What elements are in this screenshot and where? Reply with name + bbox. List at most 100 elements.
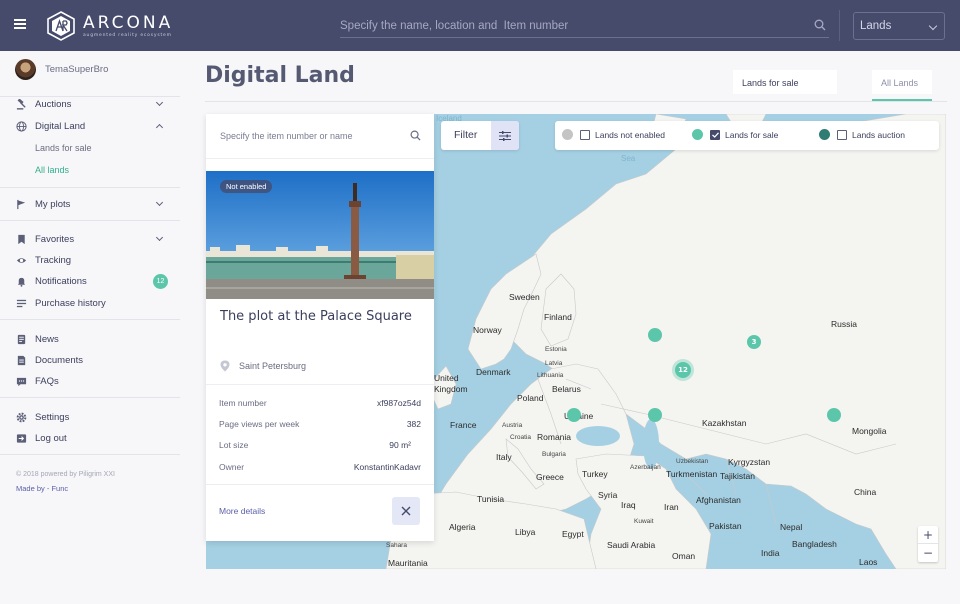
panel-divider [206, 384, 434, 385]
avatar[interactable] [15, 59, 36, 80]
sidebar-item-my-plots[interactable]: My plots [16, 196, 168, 212]
bell-icon [17, 277, 26, 287]
arcona-logo-icon [47, 11, 75, 41]
made-by-prefix: Made by - [16, 484, 50, 493]
search-icon[interactable] [410, 130, 421, 141]
flag-icon [17, 199, 26, 209]
map-label: Sweden [509, 292, 540, 302]
legend-dot-green [692, 129, 703, 140]
map-label: Laos [859, 557, 878, 567]
chevron-up-icon[interactable] [155, 123, 164, 132]
sidebar-label: Settings [35, 411, 70, 423]
bookmark-icon [18, 234, 25, 244]
land-marker[interactable] [827, 408, 841, 422]
detail-label: Page views per week [219, 419, 300, 429]
chevron-down-icon[interactable] [155, 198, 164, 207]
chat-icon [16, 377, 27, 386]
sidebar-label: Digital Land [35, 120, 86, 132]
map-label: Turkmenistan [666, 469, 718, 479]
cluster-marker[interactable]: 3 [747, 335, 761, 349]
map-label: Poland [517, 393, 544, 403]
chevron-down-icon[interactable] [155, 98, 164, 107]
logo[interactable]: ARCONA augmented reality ecosystem [47, 11, 173, 41]
zoom-out-button[interactable]: − [918, 544, 938, 562]
lands-select[interactable]: Lands [853, 12, 945, 40]
detail-value[interactable]: KonstantinKadavr [354, 462, 421, 472]
detail-label: Owner [219, 462, 245, 472]
sidebar-item-tracking[interactable]: Tracking [16, 252, 168, 268]
sidebar-item-digital-land[interactable]: Digital Land [16, 118, 168, 134]
close-button[interactable] [392, 497, 420, 525]
sidebar-item-favorites[interactable]: Favorites [16, 231, 168, 247]
top-bar: ARCONA augmented reality ecosystem Lands [0, 0, 960, 51]
page-header-divider [205, 101, 947, 102]
plot-title: The plot at the Palace Square [220, 309, 412, 324]
logout-icon [16, 433, 27, 443]
filter-sliders-icon[interactable] [491, 121, 519, 150]
legend-auction[interactable]: Lands auction [819, 129, 905, 140]
sidebar-item-settings[interactable]: Settings [16, 409, 168, 425]
zoom-controls: + − [918, 526, 938, 562]
map-label: Finland [544, 312, 572, 322]
legend-label: Lands auction [852, 129, 905, 140]
copyright-text: © 2018 powered by Piligrim XXI [16, 471, 115, 478]
map-label: Estonia [545, 346, 567, 353]
legend-label: Lands not enabled [595, 129, 665, 140]
filter-button[interactable]: Filter [441, 121, 519, 150]
map-label: Turkey [582, 469, 608, 479]
global-search-input[interactable] [340, 15, 800, 37]
page-title: Digital Land [205, 63, 355, 88]
sidebar-item-auctions[interactable]: Auctions [16, 96, 168, 112]
sidebar-subitem-lands-for-sale[interactable]: Lands for sale [35, 143, 92, 153]
legend-not-enabled[interactable]: Lands not enabled [562, 129, 665, 140]
filter-label: Filter [454, 129, 478, 141]
map-label: Croatia [510, 434, 531, 441]
tab-lands-for-sale[interactable]: Lands for sale [733, 70, 837, 94]
checkbox-for-sale[interactable] [710, 129, 720, 140]
document-icon [17, 355, 26, 365]
sidebar-item-faqs[interactable]: FAQs [16, 373, 168, 389]
map-label: Denmark [476, 367, 511, 377]
sidebar-label: Log out [35, 432, 67, 444]
map-label: Norway [473, 325, 502, 335]
list-icon [16, 299, 27, 307]
map-label: Bulgaria [542, 451, 566, 458]
sidebar-item-purchase-history[interactable]: Purchase history [16, 295, 168, 311]
map-label: Syria [598, 490, 618, 500]
land-marker[interactable] [567, 408, 581, 422]
not-enabled-badge: Not enabled [220, 180, 273, 193]
tab-all-lands[interactable]: All Lands [872, 70, 932, 94]
more-details-link[interactable]: More details [219, 506, 265, 516]
checkbox-auction[interactable] [837, 129, 847, 140]
map-label: Egypt [562, 529, 584, 539]
legend-for-sale[interactable]: Lands for sale [692, 129, 778, 140]
legend-label: Lands for sale [725, 129, 779, 140]
land-marker[interactable] [648, 408, 662, 422]
sidebar-item-news[interactable]: News [16, 331, 168, 347]
sidebar-item-log-out[interactable]: Log out [16, 430, 168, 446]
menu-icon[interactable] [14, 19, 26, 29]
search-icon[interactable] [814, 19, 826, 31]
made-by-link[interactable]: Func [51, 484, 68, 493]
sidebar-label: Purchase history [35, 297, 106, 309]
panel-divider [206, 484, 434, 485]
sidebar-item-notifications[interactable]: Notifications 12 [16, 273, 168, 289]
gavel-icon [16, 98, 26, 110]
zoom-in-button[interactable]: + [918, 526, 938, 544]
map-label: Sea [621, 154, 636, 163]
sidebar-label: FAQs [35, 375, 59, 387]
map-label: Algeria [449, 522, 476, 532]
detail-label: Lot size [219, 440, 249, 450]
chevron-down-icon[interactable] [155, 233, 164, 242]
user-profile[interactable]: TemaSuperBro [15, 59, 108, 80]
checkbox-not-enabled[interactable] [580, 129, 590, 140]
map-label: Tunisia [477, 494, 505, 504]
sidebar-item-documents[interactable]: Documents [16, 352, 168, 368]
land-marker[interactable] [648, 328, 662, 342]
item-search-input[interactable] [220, 128, 400, 144]
sidebar-subitem-all-lands[interactable]: All lands [35, 165, 69, 175]
map-label: Uzbekistan [676, 458, 709, 465]
cluster-marker[interactable]: 12 [675, 362, 691, 378]
sidebar-label: Documents [35, 354, 84, 366]
map-label: Oman [672, 551, 696, 561]
